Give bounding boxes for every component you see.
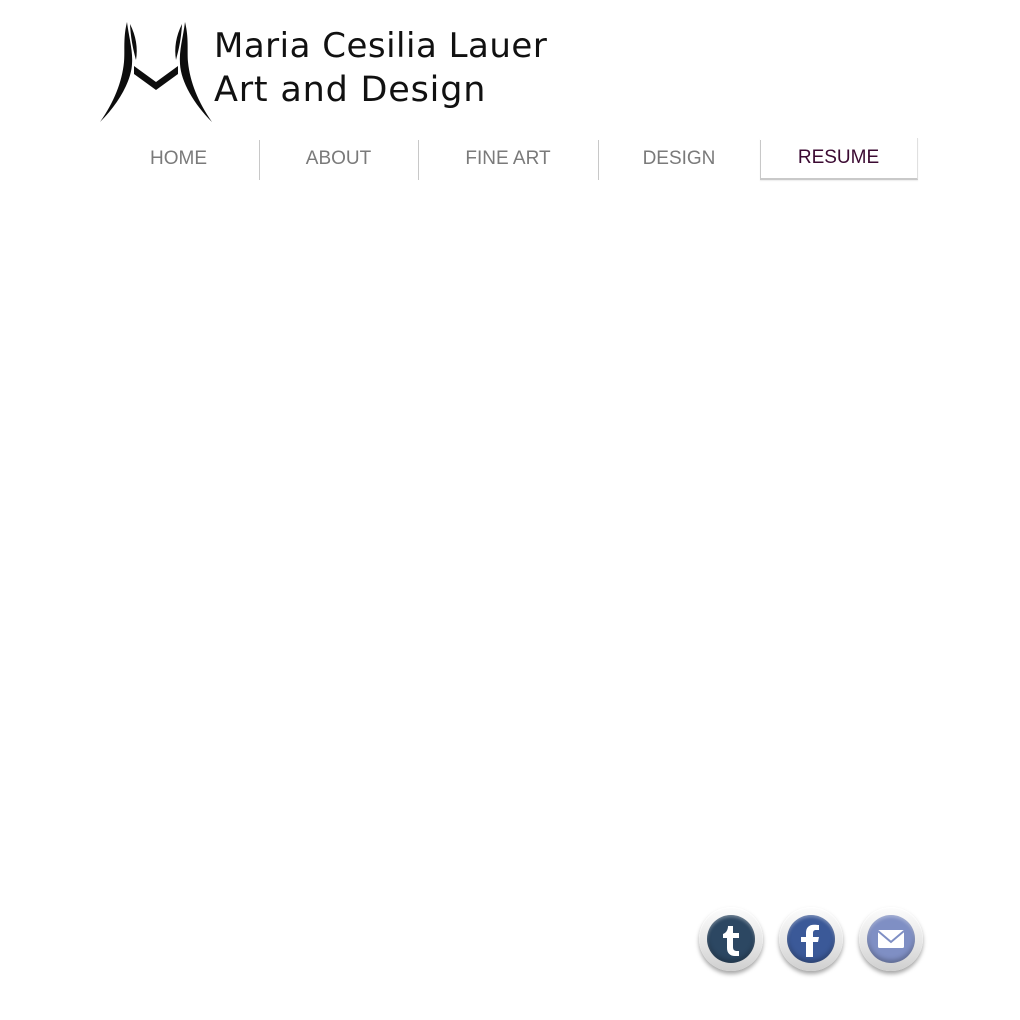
social-links <box>699 907 923 971</box>
tumblr-icon <box>707 915 755 963</box>
site-logo[interactable] <box>96 16 216 126</box>
tumblr-button[interactable] <box>699 907 763 971</box>
mail-icon <box>867 915 915 963</box>
mail-button[interactable] <box>859 907 923 971</box>
nav-item-label: RESUME <box>797 147 880 168</box>
site-tagline: Art and Design <box>214 70 487 110</box>
nav-item-home[interactable]: HOME <box>98 138 259 180</box>
site-name: Maria Cesilia Lauer <box>214 26 548 66</box>
nav-item-label: DESIGN <box>642 148 716 169</box>
mcl-monogram-logo-icon <box>100 22 212 122</box>
facebook-button[interactable] <box>779 907 843 971</box>
nav-item-fine-art[interactable]: FINE ART <box>418 138 598 180</box>
facebook-icon <box>787 915 835 963</box>
main-nav: HOME ABOUT FINE ART DESIGN RESUME <box>98 138 920 182</box>
nav-item-label: HOME <box>150 148 207 169</box>
nav-item-label: FINE ART <box>465 148 551 169</box>
nav-item-design[interactable]: DESIGN <box>598 138 760 180</box>
page: Maria Cesilia Lauer Art and Design HOME … <box>0 0 1020 1020</box>
nav-item-label: ABOUT <box>305 148 372 169</box>
nav-item-about[interactable]: ABOUT <box>259 138 418 180</box>
nav-item-resume[interactable]: RESUME <box>760 138 918 180</box>
